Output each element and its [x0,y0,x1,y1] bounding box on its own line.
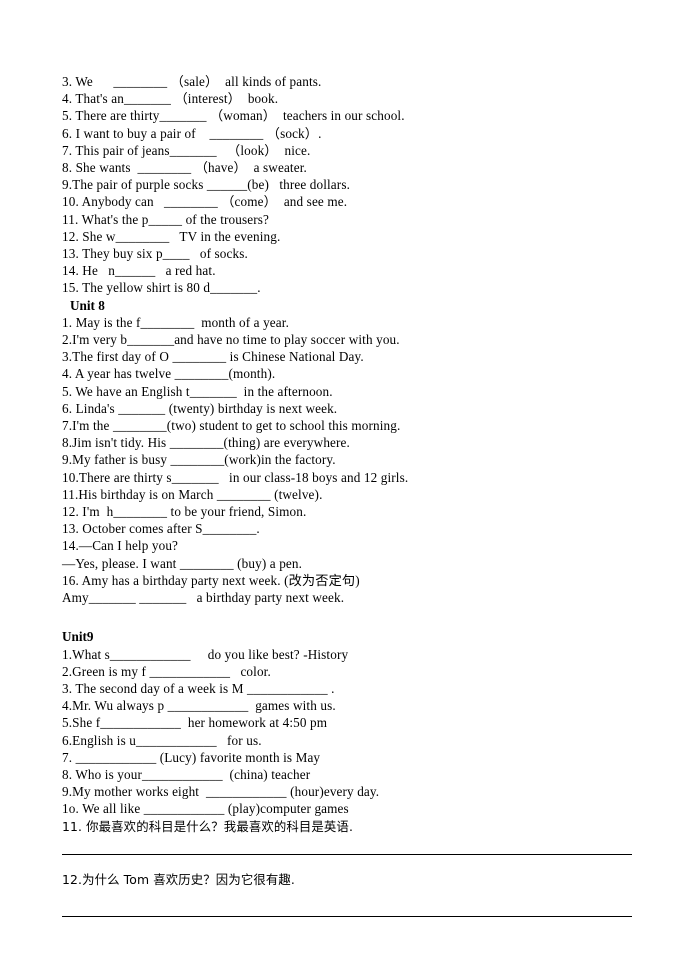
question-item: 14.—Can I help you? [62,538,179,554]
unit9-heading: Unit9 [62,629,94,645]
question-item: 6. I want to buy a pair of ________ （soc… [62,125,322,141]
question-item: 12. She w________ TV in the evening. [62,228,281,244]
worksheet-page: 3. We ________ （sale） all kinds of pants… [0,0,692,979]
question-item-chinese: 11. 你最喜欢的科目是什么？我最喜欢的科目是英语. [62,818,354,834]
question-item: 8. Who is your____________ (china) teach… [62,766,311,782]
answer-rule-2 [62,915,632,917]
question-item: —Yes, please. I want ________ (buy) a pe… [62,555,303,571]
question-item: 2.I'm very b_______and have no time to p… [62,332,400,348]
section-translation: 12.为什么 Tom 喜欢历史？因为它很有趣. [62,835,632,917]
question-item: 4. A year has twelve ________(month). [62,366,276,382]
question-item: 7. ____________ (Lucy) favorite month is… [62,749,321,765]
question-item: 8.Jim isn't tidy. His ________(thing) ar… [62,435,350,451]
question-item: 5.She f____________ her homework at 4:50… [62,715,328,731]
question-item: 14. He n______ a red hat. [62,263,216,279]
question-item: 1o. We all like ____________ (play)compu… [62,801,349,817]
question-item: 3. We ________ （sale） all kinds of pants… [62,74,322,89]
question-item: 6.English is u____________ for us. [62,732,262,748]
question-item: 13. They buy six p____ of socks. [62,246,248,262]
question-item: 7.I'm the ________(two) student to get t… [62,418,401,434]
question-item: 1.What s____________ do you like best? -… [62,646,349,662]
section-unit7: 3. We ________ （sale） all kinds of pants… [62,73,632,297]
rule-inner-gap [62,855,632,871]
question-item: 11. What's the p_____ of the trousers? [62,211,269,227]
question-item: 8. She wants ________ （have） a sweater. [62,160,307,176]
rule-top-gap [62,835,632,854]
question-item-chinese: 12.为什么 Tom 喜欢历史？因为它很有趣. [62,871,295,887]
question-item: 6. Linda's _______ (twenty) birthday is … [62,400,338,416]
question-item: 4.Mr. Wu always p ____________ games wit… [62,698,336,714]
question-item: 9.My mother works eight ____________ (ho… [62,784,380,800]
section-unit8: Unit 8 1. May is the f________ month of … [62,297,632,607]
question-item: 5. We have an English t_______ in the af… [62,383,333,399]
question-item: 10. Anybody can ________ （come） and see … [62,194,348,210]
unit8-heading: Unit 8 [70,297,105,313]
rule-bottom-gap [62,888,632,916]
question-item: 11.His birthday is on March ________ (tw… [62,486,323,502]
question-item: 10.There are thirty s_______ in our clas… [62,469,409,485]
question-item: 3. The second day of a week is M _______… [62,680,335,696]
question-item: 5. There are thirty_______ （woman） teach… [62,108,405,124]
question-item: Amy_______ _______ a birthday party next… [62,590,345,606]
question-item: 2.Green is my f ____________ color. [62,663,271,679]
question-item: 9.My father is busy ________(work)in the… [62,452,336,468]
question-item: 1. May is the f________ month of a year. [62,314,289,330]
question-item: 16. Amy has a birthday party next week. … [62,572,360,588]
question-item: 7. This pair of jeans_______ （look） nice… [62,142,311,158]
question-item: 12. I'm h________ to be your friend, Sim… [62,504,307,520]
question-item: 4. That's an_______ （interest） book. [62,91,279,107]
question-item: 13. October comes after S________. [62,521,260,537]
question-item: 15. The yellow shirt is 80 d_______. [62,280,261,296]
section-unit9: Unit9 1.What s____________ do you like b… [62,628,632,834]
question-item: 3.The first day of O ________ is Chinese… [62,349,364,365]
question-item: 9.The pair of purple socks ______(be) th… [62,177,351,193]
